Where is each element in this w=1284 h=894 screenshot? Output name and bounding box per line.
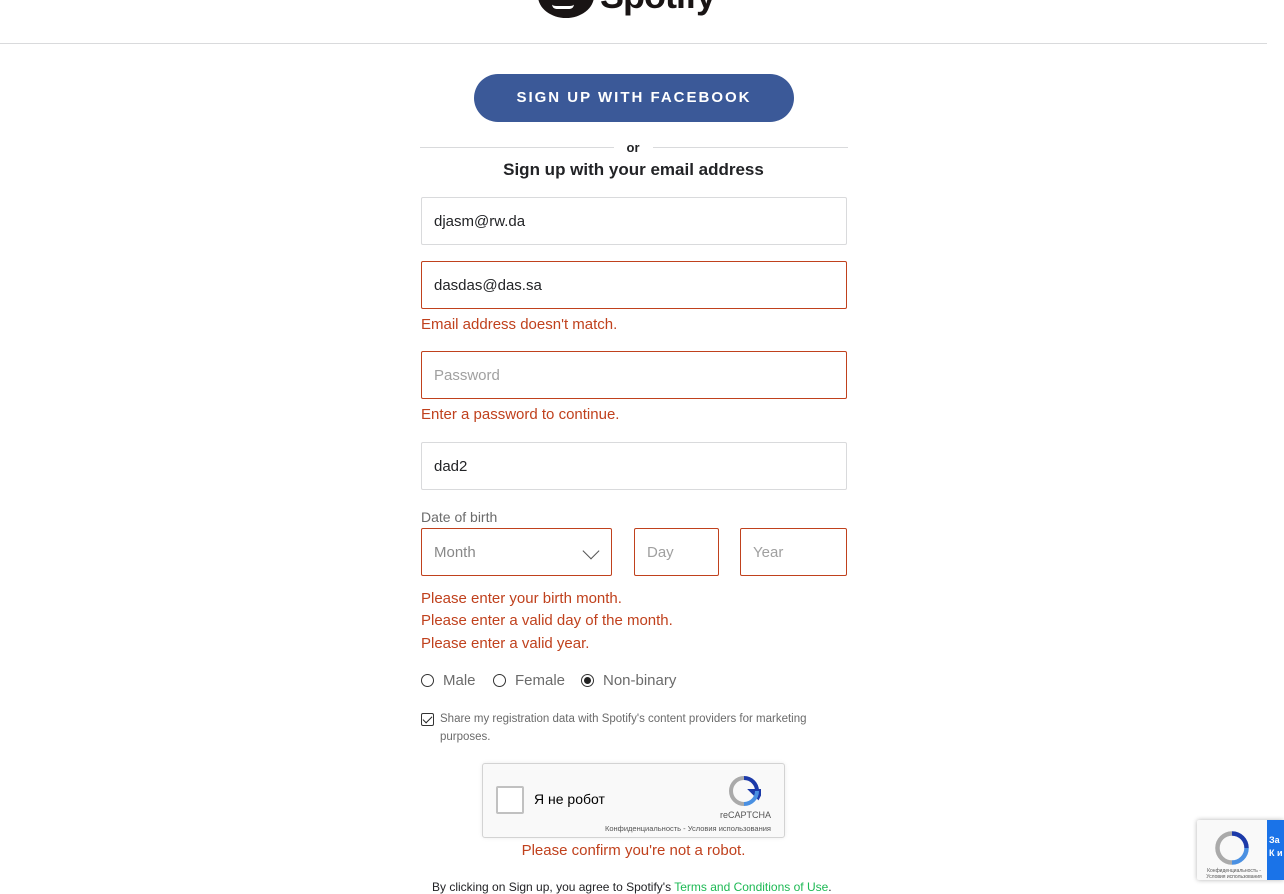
terms-notice: By clicking on Sign up, you agree to Spo… [432,880,832,894]
spotify-logo[interactable]: Spotify [538,0,716,18]
share-data-label: Share my registration data with Spotify'… [440,713,807,743]
dob-month-placeholder: Month [434,543,476,561]
terms-suffix: . [828,880,832,894]
gender-option-non-binary[interactable]: Non-binary [581,672,676,689]
spotify-wordmark: Spotify [600,0,716,18]
recaptcha-badge-panel: За К и [1267,820,1284,880]
dob-month-error: Please enter your birth month. [421,590,622,607]
password-placeholder: Password [434,366,500,384]
share-data-checkbox[interactable] [421,713,434,726]
terms-link[interactable]: Terms and Conditions of Use [674,880,828,894]
email-field-value: djasm@rw.da [434,212,526,230]
divider-left [420,147,614,148]
recaptcha-badge-links[interactable]: Конфиденциальность - Условия использован… [1200,868,1268,880]
recaptcha-widget: Я не робот reCAPTCHA Конфиденциальность … [482,763,785,838]
gender-option-male[interactable]: Male [421,672,476,689]
dob-year-error: Please enter a valid year. [421,635,590,652]
chevron-down-icon [582,542,600,560]
recaptcha-logo-icon [728,776,761,806]
confirm-email-value: dasdas@das.sa [434,276,542,294]
dob-day-input[interactable]: Day [634,528,719,576]
confirm-email-field[interactable]: dasdas@das.sa [421,261,847,309]
password-error: Enter a password to continue. [421,406,620,423]
dob-month-select[interactable]: Month [421,528,612,576]
recaptcha-badge[interactable]: Конфиденциальность - Условия использован… [1197,820,1284,880]
recaptcha-badge-logo-icon [1215,831,1249,865]
password-field[interactable]: Password [421,351,847,399]
email-signup-title: Sign up with your email address [503,160,764,179]
facebook-signup-button[interactable]: SIGN UP WITH FACEBOOK [474,74,794,122]
display-name-field[interactable]: dad2 [421,442,847,490]
terms-prefix: By clicking on Sign up, you agree to Spo… [432,880,675,894]
dob-day-placeholder: Day [647,543,674,561]
email-field[interactable]: djasm@rw.da [421,197,847,245]
or-divider-label: or [626,140,640,155]
radio-non-binary[interactable] [581,674,594,687]
gender-non-binary-label: Non-binary [603,672,677,689]
gender-option-female[interactable]: Female [493,672,565,689]
dob-year-input[interactable]: Year [740,528,847,576]
gender-male-label: Male [443,672,476,689]
page-header: Spotify [0,0,1267,44]
gender-female-label: Female [515,672,566,689]
dob-day-error: Please enter a valid day of the month. [421,612,673,629]
display-name-value: dad2 [434,457,468,475]
spotify-logo-icon [538,0,594,18]
divider-right [653,147,848,148]
recaptcha-checkbox[interactable] [496,786,524,814]
recaptcha-brand: reCAPTCHA [719,810,771,820]
recaptcha-error: Please confirm you're not a robot. [521,842,746,859]
radio-male[interactable] [421,674,434,687]
recaptcha-label: Я не робот [534,791,605,807]
recaptcha-links[interactable]: Конфиденциальность - Условия использован… [605,824,771,833]
radio-female[interactable] [493,674,506,687]
confirm-email-error: Email address doesn't match. [421,316,618,333]
dob-year-placeholder: Year [753,543,784,561]
dob-label: Date of birth [421,509,498,525]
